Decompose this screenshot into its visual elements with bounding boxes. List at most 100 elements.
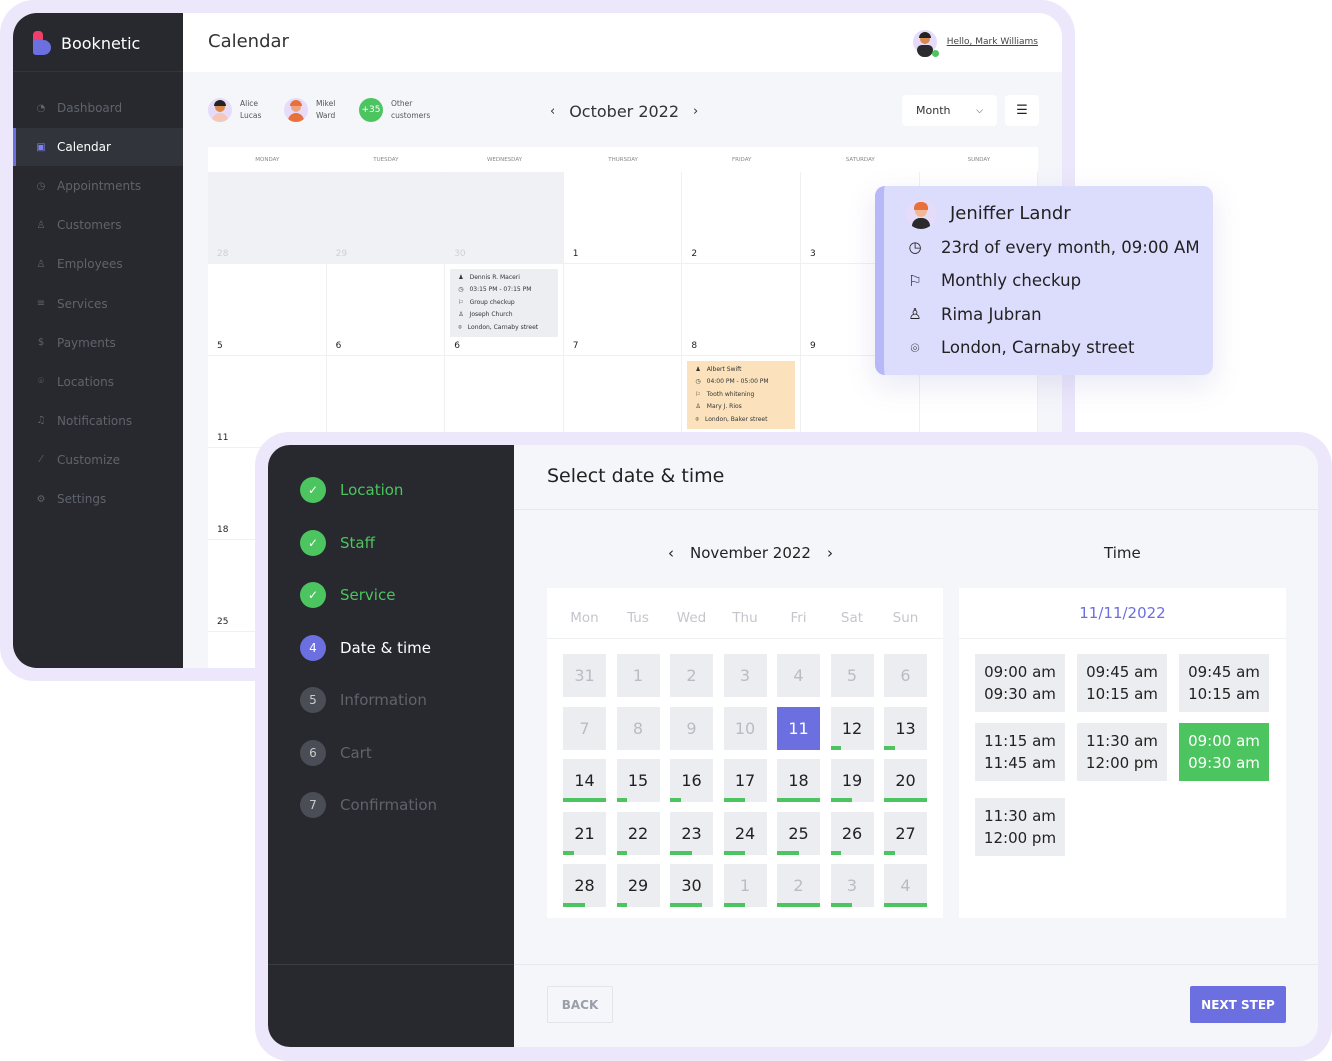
date-cell[interactable]: 1: [723, 864, 767, 907]
step-location[interactable]: ✓ Location: [300, 477, 403, 503]
calendar-day-cell[interactable]: 30: [445, 172, 564, 264]
time-slot[interactable]: 11:30 am 12:00 pm: [975, 798, 1065, 856]
next-month-icon[interactable]: ›: [827, 544, 833, 562]
date-cell[interactable]: 4: [777, 654, 820, 697]
date-number: 28: [574, 876, 595, 895]
date-cell[interactable]: 1: [616, 654, 660, 697]
user-greeting[interactable]: Hello, Mark Williams: [947, 37, 1038, 47]
date-number: 9: [686, 718, 697, 738]
date-cell[interactable]: 15: [616, 759, 660, 802]
weekday-header: MONDAY: [255, 156, 280, 163]
step-staff[interactable]: ✓ Staff: [300, 529, 375, 556]
other-customers-filter[interactable]: +35 Other customers: [359, 98, 430, 122]
prev-month-icon[interactable]: ‹: [550, 104, 555, 119]
back-button[interactable]: BACK: [547, 986, 613, 1023]
date-cell[interactable]: 12: [830, 706, 874, 750]
date-cell[interactable]: 3: [830, 864, 874, 907]
date-cell[interactable]: 25: [777, 811, 820, 855]
date-cell[interactable]: 14: [563, 759, 606, 802]
sidebar-item-payments[interactable]: $ Payments: [13, 324, 183, 362]
date-cell[interactable]: 22: [616, 811, 660, 855]
time-slot[interactable]: 09:45 am 10:15 am: [1077, 654, 1167, 712]
date-cell[interactable]: 2: [777, 864, 820, 907]
calendar-day-cell[interactable]: 1: [563, 172, 683, 264]
date-cell[interactable]: 23: [670, 811, 713, 855]
date-cell[interactable]: 9: [670, 706, 713, 750]
prev-month-icon[interactable]: ‹: [668, 544, 674, 562]
date-picker: Mon Tus Wed Thu Fri Sat Sun 31 1 2 3 4 5 6 7 8 9 10 11 12 13…: [547, 588, 943, 918]
date-cell[interactable]: 4: [884, 864, 927, 907]
sidebar-item-customers[interactable]: ♙ Customers: [13, 206, 183, 244]
calendar-day-cell[interactable]: 6: [326, 264, 446, 356]
calendar-day-cell[interactable]: 28: [208, 172, 327, 264]
calendar-day-cell[interactable]: 7: [563, 264, 683, 356]
step-date-time[interactable]: 4 Date & time: [300, 634, 431, 661]
others-count: +35: [359, 98, 383, 122]
date-cell[interactable]: 7: [563, 706, 606, 750]
user-menu[interactable]: Hello, Mark Williams: [912, 30, 1038, 57]
event-time: ◷ 04:00 PM - 05:00 PM: [695, 376, 787, 388]
sidebar-item-customize[interactable]: ⁄ Customize: [13, 441, 183, 479]
calendar-day-cell[interactable]: 2: [682, 172, 801, 264]
step-confirmation[interactable]: 7 Confirmation: [300, 792, 437, 818]
time-slot[interactable]: 09:45 am 10:15 am: [1179, 654, 1269, 712]
sidebar-item-calendar[interactable]: ▣ Calendar: [13, 128, 183, 167]
date-cell[interactable]: 27: [884, 811, 927, 855]
sidebar-item-appointments[interactable]: ◷ Appointments: [13, 167, 183, 205]
date-cell[interactable]: 16: [670, 759, 713, 802]
calendar-event[interactable]: ♟ Dennis R. Maceri ◷ 03:15 PM - 07:15 PM ⚐ Gr…: [450, 269, 559, 338]
time-slot[interactable]: 09:00 am 09:30 am: [1179, 723, 1269, 781]
sidebar-item-settings[interactable]: ⚙ Settings: [13, 480, 183, 518]
date-cell[interactable]: 18: [777, 759, 820, 802]
sidebar-item-employees[interactable]: ♙ Employees: [13, 245, 183, 283]
event-service-text: Tooth whitening: [706, 390, 755, 398]
date-cell[interactable]: 29: [616, 864, 660, 907]
time-slot[interactable]: 11:15 am 11:45 am: [975, 723, 1065, 781]
slot-start: 11:30 am: [1086, 732, 1158, 750]
date-cell[interactable]: 20: [884, 759, 927, 802]
day-number: 3: [810, 249, 816, 259]
calendar-day-cell[interactable]: 8: [682, 264, 801, 356]
date-cell[interactable]: 31: [563, 654, 606, 697]
sidebar-item-label: Appointments: [57, 179, 142, 194]
flag-icon: ⚐: [908, 271, 922, 290]
slot-start: 09:45 am: [1086, 663, 1158, 681]
date-cell[interactable]: 26: [830, 811, 874, 855]
sidebar-item-notifications[interactable]: ♫ Notifications: [13, 402, 183, 440]
sidebar-item-dashboard[interactable]: ◔ Dashboard: [13, 89, 183, 127]
date-cell[interactable]: 30: [670, 864, 713, 907]
date-cell[interactable]: 17: [723, 759, 767, 802]
staff-filter-alice[interactable]: Alice Lucas: [208, 98, 261, 122]
calendar-day-cell[interactable]: 29: [326, 172, 446, 264]
time-slot[interactable]: 09:00 am 09:30 am: [975, 654, 1065, 712]
date-cell[interactable]: 2: [670, 654, 713, 697]
date-cell[interactable]: 10: [723, 706, 767, 750]
filter-button[interactable]: ☰: [1005, 95, 1039, 126]
date-cell[interactable]: 3: [723, 654, 767, 697]
date-cell[interactable]: 21: [563, 811, 606, 855]
staff-filter-mikel[interactable]: Mikel Ward: [284, 98, 335, 122]
next-month-icon[interactable]: ›: [693, 104, 698, 119]
step-cart[interactable]: 6 Cart: [300, 739, 372, 766]
date-cell[interactable]: 11: [777, 706, 820, 750]
logo[interactable]: Booknetic: [33, 31, 140, 55]
step-label: Service: [340, 586, 396, 604]
view-select[interactable]: Month ⌵: [902, 95, 997, 126]
gear-icon: ⚙: [36, 493, 46, 505]
step-service[interactable]: ✓ Service: [300, 582, 395, 608]
date-cell[interactable]: 19: [830, 759, 874, 802]
date-cell[interactable]: 8: [616, 706, 660, 750]
date-cell[interactable]: 6: [884, 654, 927, 697]
step-information[interactable]: 5 Information: [300, 687, 427, 713]
sidebar-item-locations[interactable]: ⌾ Locations: [13, 363, 183, 401]
date-cell[interactable]: 28: [563, 864, 606, 907]
sidebar-item-services[interactable]: ≡ Services: [13, 285, 183, 323]
time-slot[interactable]: 11:30 am 12:00 pm: [1077, 723, 1167, 781]
date-cell[interactable]: 13: [884, 706, 927, 750]
calendar-event[interactable]: ♟ Albert Swift ◷ 04:00 PM - 05:00 PM ⚐ Tooth …: [687, 361, 796, 430]
calendar-day-cell[interactable]: 5: [208, 264, 327, 356]
weekday-header: WEDNESDAY: [486, 156, 523, 163]
next-step-button[interactable]: NEXT STEP: [1190, 986, 1286, 1023]
date-cell[interactable]: 24: [723, 811, 767, 855]
date-cell[interactable]: 5: [830, 654, 874, 697]
